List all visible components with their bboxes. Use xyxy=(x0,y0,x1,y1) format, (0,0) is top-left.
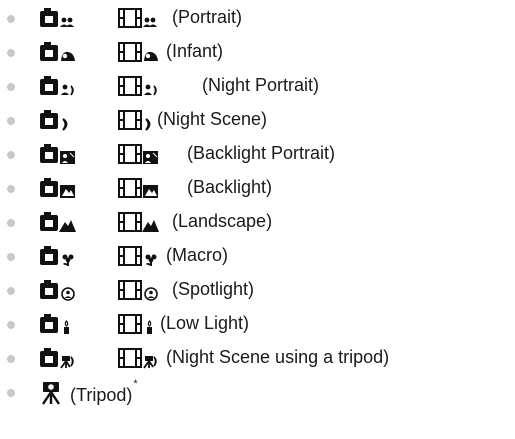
scene-label: (Low Light) xyxy=(160,313,250,333)
movie-film-icon xyxy=(118,348,157,369)
movie-film-icon xyxy=(118,76,157,96)
photo-camera-icon xyxy=(40,144,75,164)
bullet xyxy=(7,151,15,159)
photo-camera-icon xyxy=(40,280,75,301)
tripod-label-text: (Tripod) xyxy=(70,385,133,405)
scene-label: (Macro) xyxy=(166,245,228,265)
bullet xyxy=(7,185,15,193)
bullet xyxy=(7,253,15,261)
tripod-icon xyxy=(42,382,60,405)
photo-camera-icon xyxy=(40,314,69,334)
footnote-mark: * xyxy=(133,378,138,390)
movie-film-icon xyxy=(118,178,158,198)
photo-camera-icon xyxy=(40,42,75,61)
photo-camera-icon xyxy=(40,212,76,232)
bullet xyxy=(7,389,15,397)
photo-camera-icon xyxy=(40,110,68,131)
bullet xyxy=(7,287,15,295)
bullet xyxy=(7,83,15,91)
photo-camera-icon xyxy=(40,76,74,96)
scene-label: (Landscape) xyxy=(172,211,273,231)
movie-film-icon xyxy=(118,212,159,232)
movie-film-icon xyxy=(118,42,158,62)
bullet xyxy=(7,117,15,125)
photo-camera-icon xyxy=(40,246,74,266)
scene-label: (Night Portrait) xyxy=(202,75,320,95)
photo-camera-icon xyxy=(40,8,74,27)
movie-film-icon xyxy=(118,8,157,28)
bullet xyxy=(7,321,15,329)
bullet xyxy=(7,15,15,23)
scene-label: (Night Scene using a tripod) xyxy=(166,347,390,367)
movie-film-icon xyxy=(118,314,152,334)
scene-label: (Backlight Portrait) xyxy=(187,143,336,163)
scene-label: (Infant) xyxy=(166,41,224,61)
bullet xyxy=(7,355,15,363)
movie-film-icon xyxy=(118,144,158,164)
photo-camera-icon xyxy=(40,348,74,369)
movie-film-icon xyxy=(118,110,151,131)
scene-label: (Night Scene) xyxy=(157,109,268,129)
photo-camera-icon xyxy=(40,178,75,198)
scene-label: (Spotlight) xyxy=(172,279,255,299)
movie-film-icon xyxy=(118,246,157,266)
bullet xyxy=(7,49,15,57)
movie-film-icon xyxy=(118,280,158,301)
scene-label: (Portrait) xyxy=(172,7,243,27)
scene-label: (Backlight) xyxy=(187,177,273,197)
bullet xyxy=(7,219,15,227)
tripod-label: (Tripod)* xyxy=(70,378,138,405)
